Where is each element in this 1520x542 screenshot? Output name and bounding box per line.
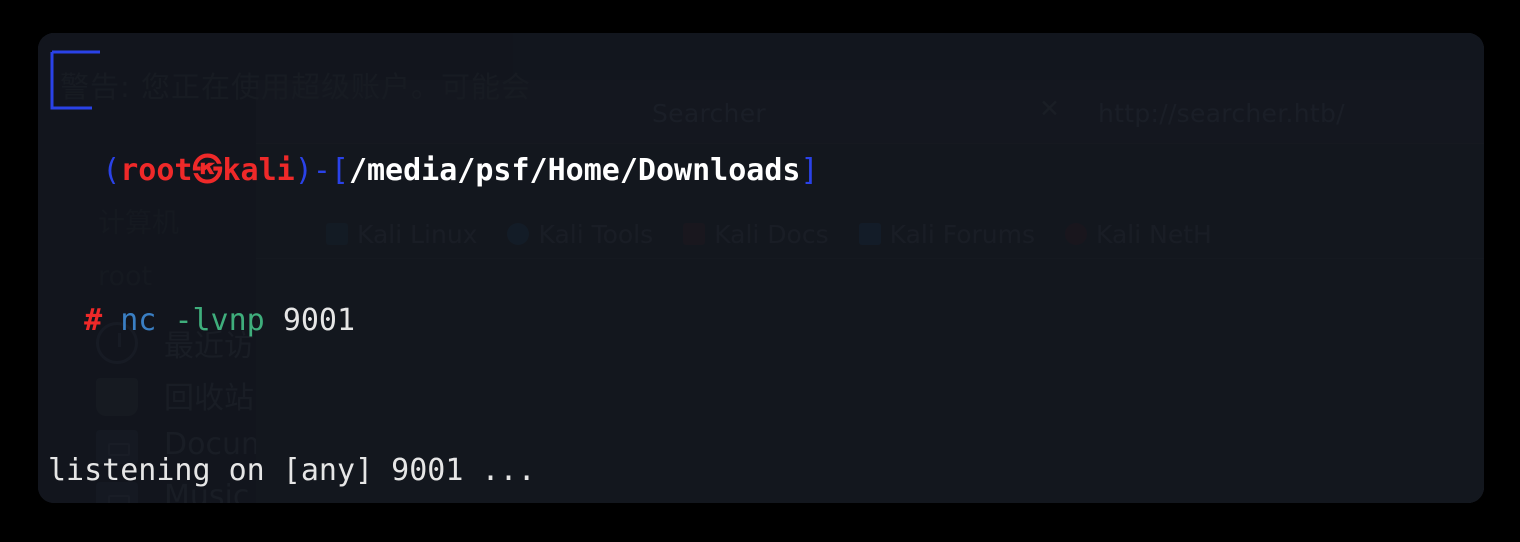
kali-dragon-icon: ㉿ [192,152,223,188]
terminal-window[interactable]: ┌──(root㉿kali)-[/media/psf/Home/Download… [38,33,1484,503]
command-program: nc [120,302,157,338]
bracket-close: ] [800,152,819,188]
screen: 计算机 root 最近访问 回收站 Documents Music $RECY … [0,0,1520,542]
command-arg: 9001 [282,302,356,338]
prompt-hash: # [84,302,103,338]
command-flags: -lvnp [174,302,265,338]
prompt-host: kali [222,152,295,188]
paren-close: ) [294,152,313,188]
terminal-output-line: listening on [any] 9001 ... [48,452,536,488]
bracket-open: [ [330,152,349,188]
prompt-dash: - [312,152,331,188]
terminal-output: ┌──(root㉿kali)-[/media/psf/Home/Download… [48,39,1484,503]
prompt-path: /media/psf/Home/Downloads [348,152,801,188]
terminal-line-command: └─# nc -lvnp 9001 [48,302,1484,340]
prompt-user: root [120,152,193,188]
terminal-line-prompt: ┌──(root㉿kali)-[/media/psf/Home/Download… [48,152,1484,190]
paren-open: ( [102,152,121,188]
